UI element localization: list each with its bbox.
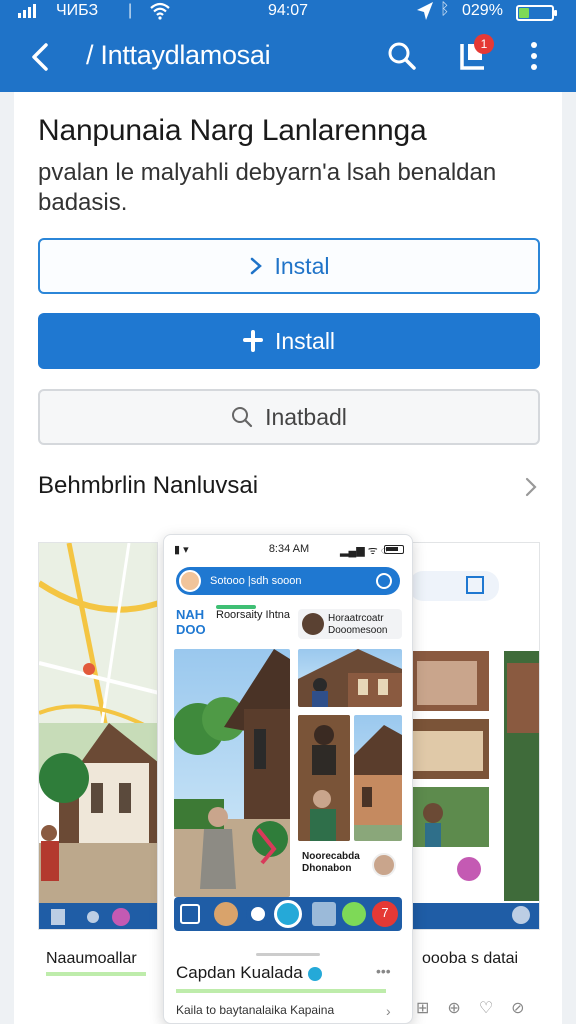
mock-footer-text: Kaila to baytanalaika Kapaina (176, 1003, 335, 1017)
mock-post-header: NAH DOO Roorsaity Ihtna (176, 605, 290, 637)
back-arrow-icon[interactable] (26, 40, 56, 74)
screenshot-map[interactable] (38, 542, 158, 930)
drag-handle (256, 953, 320, 956)
install-primary-label: Install (274, 327, 336, 354)
photo-house-roof (354, 715, 402, 841)
person-icon (214, 902, 238, 926)
app-heading: Nanpunaia Narg Lanlarennga (38, 114, 427, 147)
install-outline-label: Instal (274, 252, 330, 279)
screenshot-left-caption: Naaumoallar (46, 950, 137, 967)
avatar (179, 570, 201, 592)
install-primary-button[interactable]: Install (38, 313, 540, 369)
photo-house-large (174, 649, 290, 897)
install-secondary-button[interactable]: Inatbadl (38, 389, 540, 445)
page-title: / Inttaydlamosai (86, 40, 271, 70)
camera-icon (274, 900, 302, 928)
battery-icon (516, 5, 557, 21)
avatar (372, 853, 396, 877)
install-outline-button[interactable]: Instal (38, 238, 540, 294)
smile-icon (342, 902, 366, 926)
chevron-right-icon (250, 257, 262, 275)
mock-post-header-2: Horaatrcoatr Dooomesoon (298, 609, 402, 639)
chevron-right-icon[interactable] (520, 474, 542, 500)
location-icon (417, 2, 433, 20)
more-options-icon[interactable] (524, 40, 544, 74)
battery-percent: 029% (462, 2, 503, 19)
mock-caption: Noorecabda Dhonabon (298, 847, 402, 889)
screenshot-right-actions: ⊞⊕♡⊘ (416, 1000, 543, 1017)
home-icon (180, 904, 200, 924)
section-title: Behmbrlin Nanluvsai (38, 472, 259, 499)
verified-icon (308, 967, 322, 981)
screenshot-feed[interactable] (408, 542, 540, 930)
mock-post-name-2: Horaatrcoatr Dooomesoon (328, 613, 388, 636)
install-secondary-label: Inatbadl (265, 403, 347, 430)
status-bar: ЧИБЗ | 94:07 ᛒ 029% (0, 0, 576, 26)
screenshot-right-caption: oooba s datai (422, 950, 519, 967)
bluetooth-icon: ᛒ (440, 1, 450, 18)
avatar (302, 613, 324, 635)
search-icon[interactable] (386, 40, 418, 72)
screenshot-main[interactable]: ▮ ▾ 8:34 AM ▂▄▆ ᯤ ◌ Sotooo |sdh sooon NA… (163, 534, 413, 1024)
photo-house-small (298, 649, 402, 707)
search-icon (232, 407, 253, 428)
mock-footer-subtitle (176, 989, 386, 993)
photo-person (298, 715, 350, 841)
map-image (39, 543, 157, 929)
screenshot-left-subtitle (46, 972, 146, 976)
record-icon (246, 902, 270, 926)
mock-battery-icon (384, 545, 404, 554)
mock-tab-bar: 7 (174, 897, 402, 931)
feed-image (409, 543, 539, 929)
mock-status-bar: ▮ ▾ 8:34 AM ▂▄▆ ᯤ ◌ (164, 535, 412, 565)
more-options-icon: ••• (376, 963, 391, 979)
mock-post-user-2: DOO (176, 622, 206, 637)
mock-footer-title: Capdan Kualada (176, 963, 303, 982)
app-bar: ЧИБЗ | 94:07 ᛒ 029% / Inttaydlamosai 1 (0, 0, 576, 92)
refresh-icon (376, 573, 392, 589)
notification-badge: 1 (474, 34, 494, 54)
plus-icon (242, 330, 263, 352)
mock-search-bar: Sotooo |sdh sooon (176, 567, 400, 595)
app-description: pvalan le malyahli debyarn'a lsah benald… (38, 159, 497, 216)
chevron-right-icon: › (386, 1003, 391, 1019)
tab-badge: 7 (372, 901, 398, 927)
mock-wifi-icon: ▂▄▆ ᯤ ◌ (340, 545, 388, 557)
mock-post-name: Roorsaity Ihtna (216, 609, 290, 621)
message-icon (312, 902, 336, 926)
